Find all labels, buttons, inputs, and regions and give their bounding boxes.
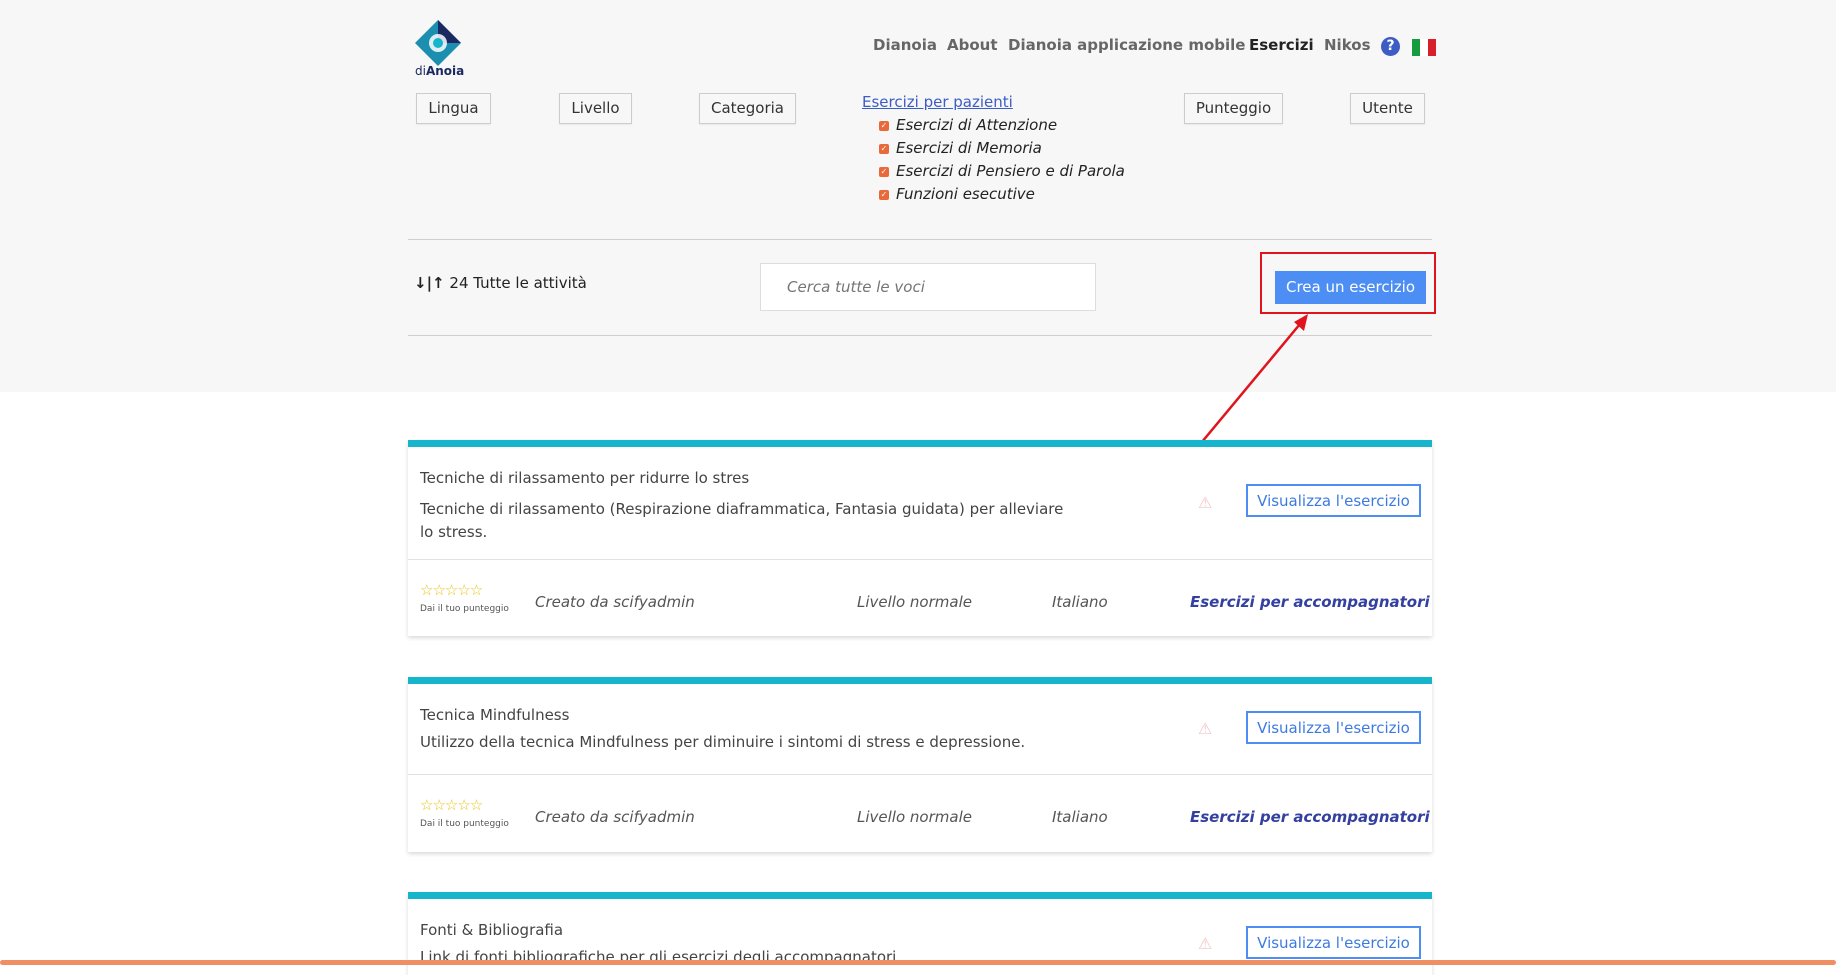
logo-prefix: di [415, 64, 426, 78]
rating-label: Dai il tuo punteggio [420, 819, 509, 829]
nav-mobile-app[interactable]: Dianoia applicazione mobile [1008, 36, 1245, 54]
checkbox-memoria[interactable]: ✓ [879, 144, 889, 154]
filter-lingua-button[interactable]: Lingua [416, 93, 491, 124]
card-level: Livello normale [857, 593, 972, 611]
create-exercise-button[interactable]: Crea un esercizio [1275, 271, 1426, 304]
card-role[interactable]: Esercizi per accompagnatori [1190, 593, 1430, 611]
checkbox-attenzione[interactable]: ✓ [879, 121, 889, 131]
category-memoria[interactable]: Esercizi di Memoria [896, 139, 1042, 157]
view-exercise-button[interactable]: Visualizza l'esercizio [1246, 926, 1421, 959]
card-creator: Creato da scifyadmin [535, 593, 695, 611]
logo-text: diAnoia [415, 64, 464, 78]
help-icon[interactable]: ? [1381, 37, 1400, 56]
card-description: Link di fonti bibliografiche per gli ese… [420, 948, 897, 966]
warning-icon: ⚠ [1198, 719, 1213, 738]
nav-esercizi[interactable]: Esercizi [1249, 36, 1314, 54]
view-exercise-button[interactable]: Visualizza l'esercizio [1246, 484, 1421, 517]
rating-label: Dai il tuo punteggio [420, 604, 509, 614]
rating-stars-icon[interactable]: ☆☆☆☆☆ [420, 581, 483, 599]
card-title[interactable]: Tecniche di rilassamento per ridurre lo … [420, 469, 749, 487]
card-description: Tecniche di rilassamento (Respirazione d… [420, 500, 1064, 541]
category-patients-link[interactable]: Esercizi per pazienti [862, 93, 1013, 111]
card-separator [408, 559, 1432, 560]
warning-icon: ⚠ [1198, 934, 1213, 953]
warning-icon: ⚠ [1198, 493, 1213, 512]
card-language: Italiano [1052, 808, 1108, 826]
card-language: Italiano [1052, 593, 1108, 611]
category-pensiero[interactable]: Esercizi di Pensiero e di Parola [896, 162, 1125, 180]
nav-user-nikos[interactable]: Nikos [1324, 36, 1371, 54]
nav-about[interactable]: About [947, 36, 998, 54]
view-exercise-button[interactable]: Visualizza l'esercizio [1246, 711, 1421, 744]
category-attenzione[interactable]: Esercizi di Attenzione [896, 116, 1057, 134]
checkbox-pensiero[interactable]: ✓ [879, 167, 889, 177]
filter-categoria-button[interactable]: Categoria [699, 93, 796, 124]
exercise-card: Tecnica Mindfulness Utilizzo della tecni… [408, 677, 1432, 852]
activity-count: 24 Tutte le attività [449, 274, 587, 292]
nav-dianoia[interactable]: Dianoia [873, 36, 937, 54]
scroll-indicator-bar [0, 960, 1836, 965]
italian-flag-icon[interactable] [1412, 39, 1436, 56]
card-role[interactable]: Esercizi per accompagnatori [1190, 808, 1430, 826]
card-separator [408, 774, 1432, 775]
category-funzioni[interactable]: Funzioni esecutive [896, 185, 1035, 203]
filter-livello-button[interactable]: Livello [559, 93, 632, 124]
exercise-card: Tecniche di rilassamento per ridurre lo … [408, 440, 1432, 636]
filter-punteggio-button[interactable]: Punteggio [1184, 93, 1283, 124]
logo-suffix: Anoia [425, 64, 465, 78]
card-creator: Creato da scifyadmin [535, 808, 695, 826]
card-title[interactable]: Tecnica Mindfulness [420, 706, 569, 724]
card-level: Livello normale [857, 808, 972, 826]
rating-stars-icon[interactable]: ☆☆☆☆☆ [420, 796, 483, 814]
search-input[interactable] [760, 263, 1096, 311]
sort-arrows-icon[interactable]: ↓|↑ [414, 274, 445, 292]
filter-utente-button[interactable]: Utente [1350, 93, 1425, 124]
checkbox-funzioni[interactable]: ✓ [879, 190, 889, 200]
divider-top [408, 239, 1432, 240]
sort-control[interactable]: ↓|↑ 24 Tutte le attività [414, 274, 587, 292]
card-title[interactable]: Fonti & Bibliografia [420, 921, 563, 939]
card-description: Utilizzo della tecnica Mindfulness per d… [420, 733, 1026, 751]
